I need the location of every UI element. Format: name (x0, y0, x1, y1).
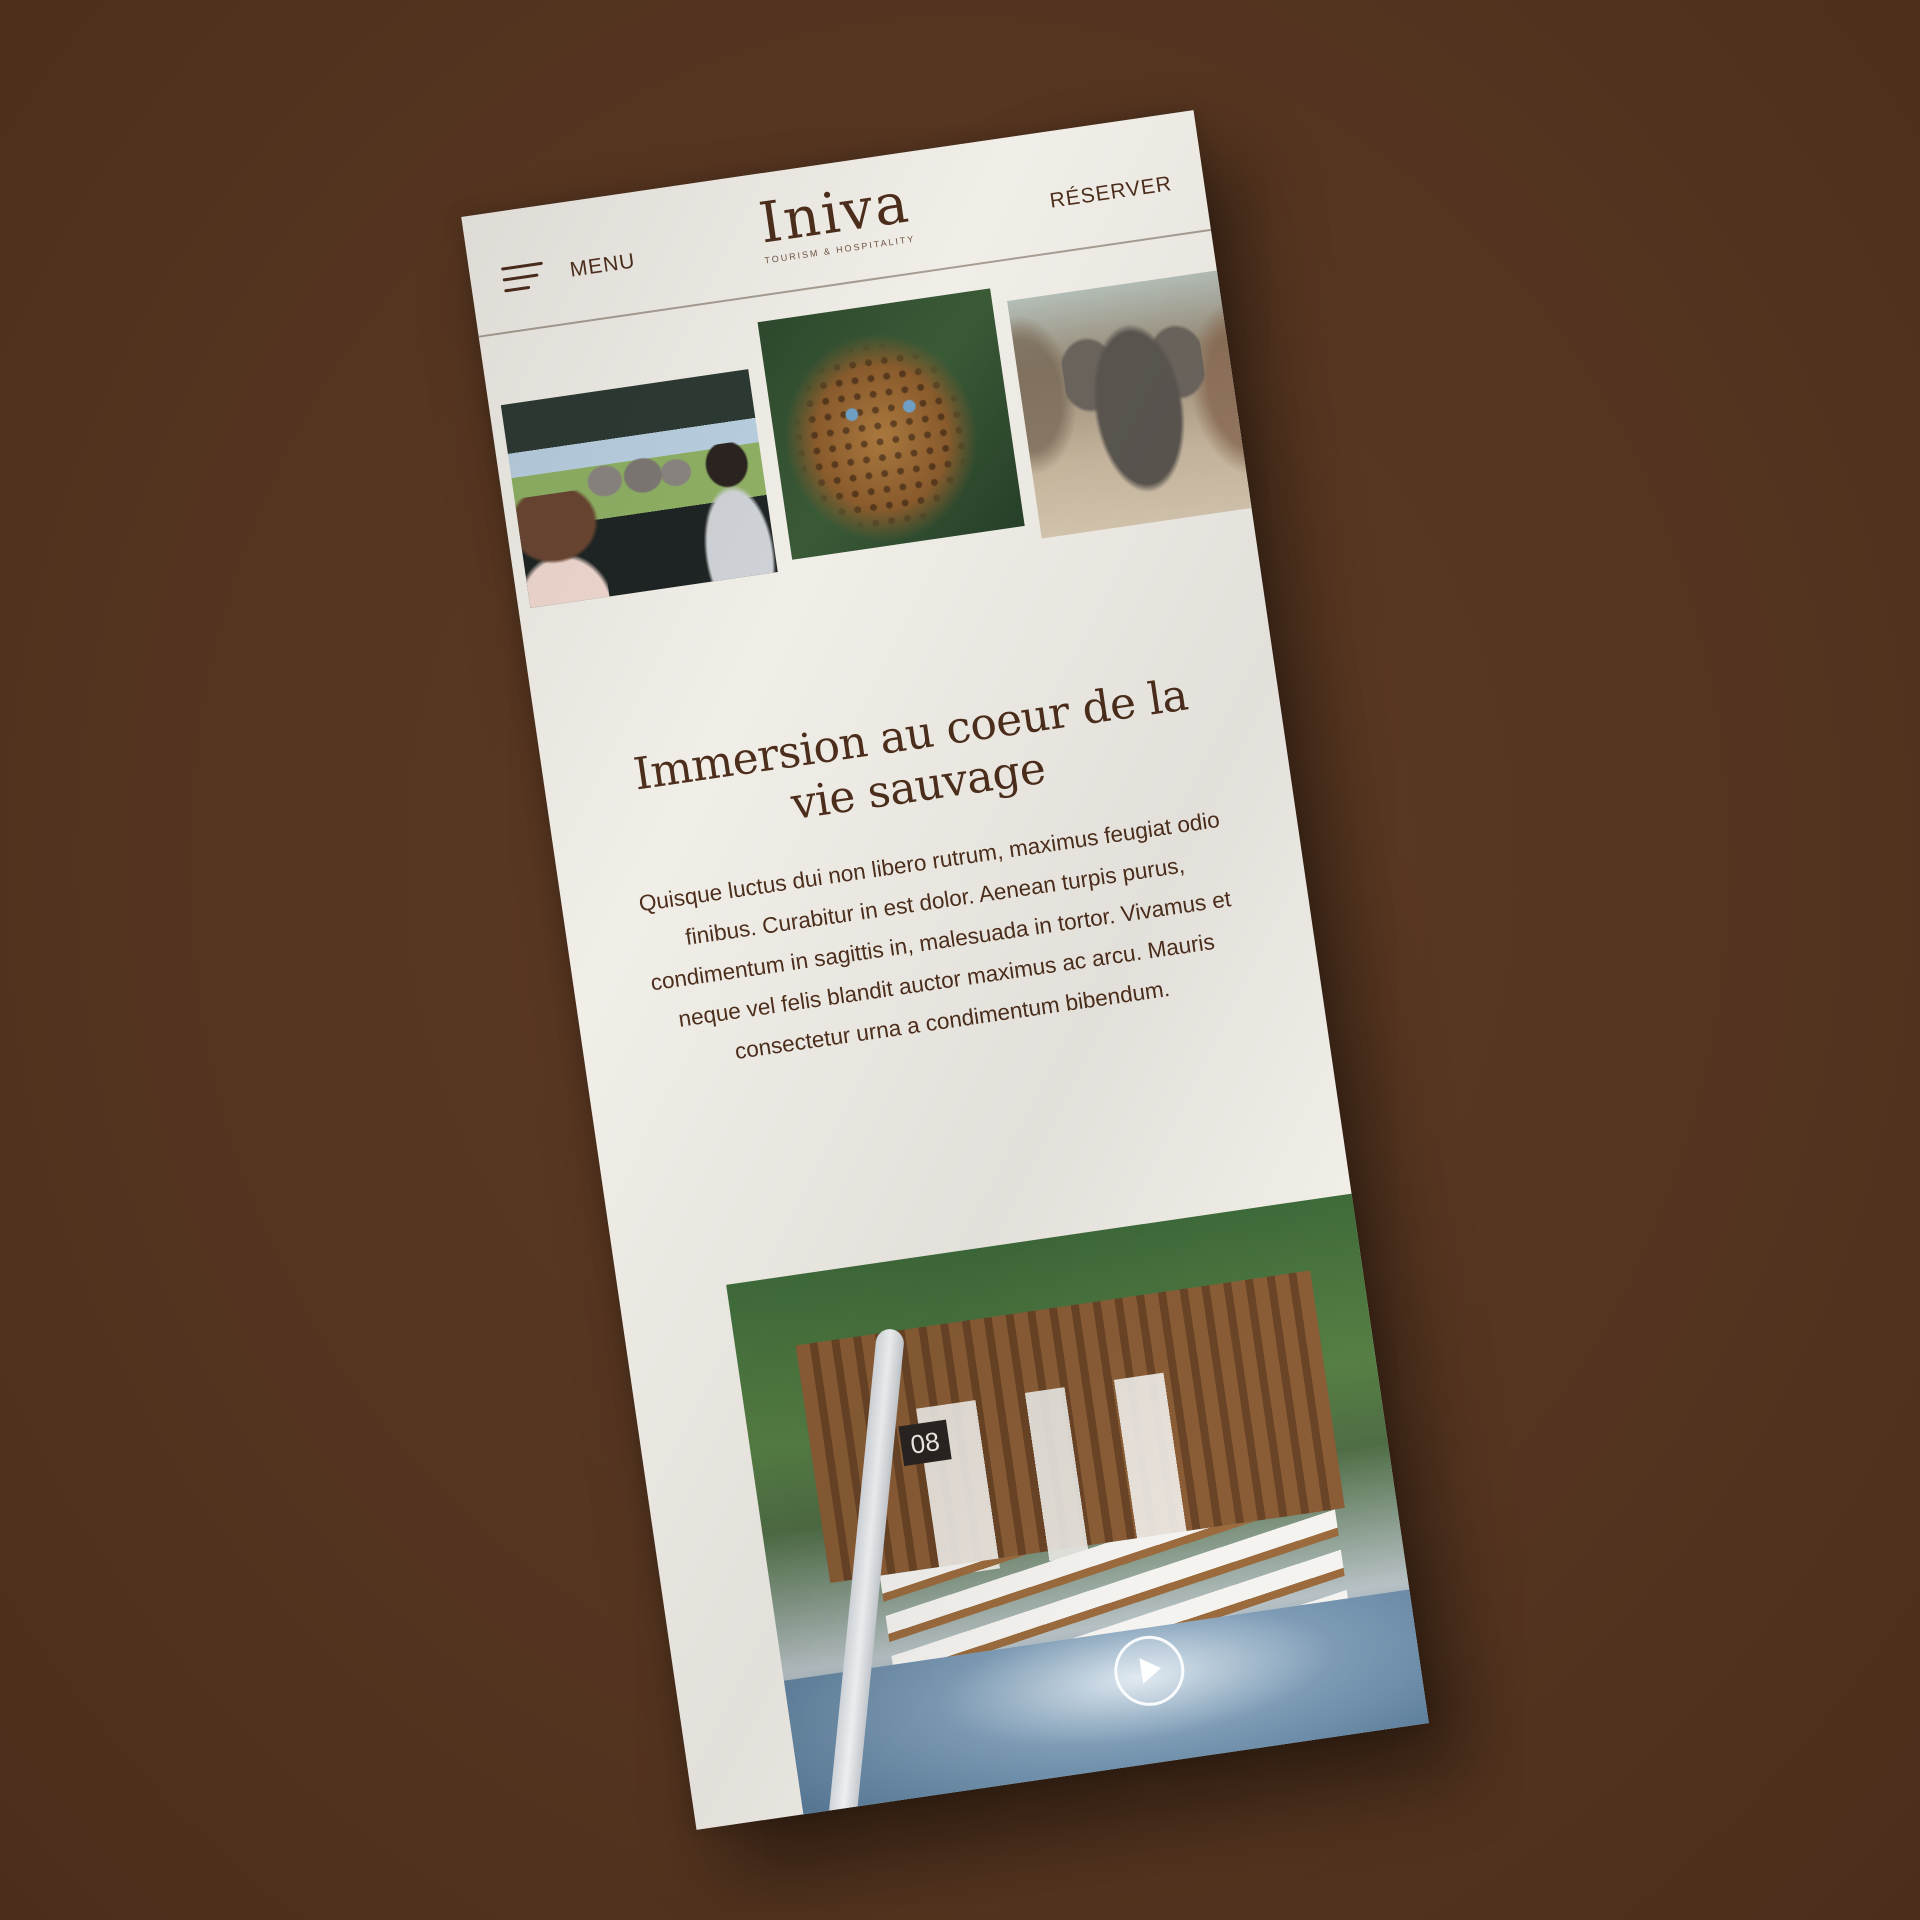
mobile-page: MENU Iniva TOURISM & HOSPITALITY RÉSERVE… (461, 110, 1429, 1830)
brand-logo[interactable]: Iniva TOURISM & HOSPITALITY (755, 170, 916, 265)
safari-photo (500, 369, 778, 609)
leopard-photo (757, 288, 1025, 560)
video-player[interactable]: 08 (726, 1183, 1429, 1830)
elephant-photo (1007, 266, 1280, 539)
play-icon (1139, 1655, 1163, 1684)
reserve-button[interactable]: RÉSERVER (1048, 172, 1173, 214)
menu-button[interactable]: MENU (500, 248, 637, 294)
menu-label: MENU (568, 249, 637, 282)
cabana-number-sign: 08 (898, 1419, 952, 1467)
hamburger-icon (500, 261, 546, 294)
